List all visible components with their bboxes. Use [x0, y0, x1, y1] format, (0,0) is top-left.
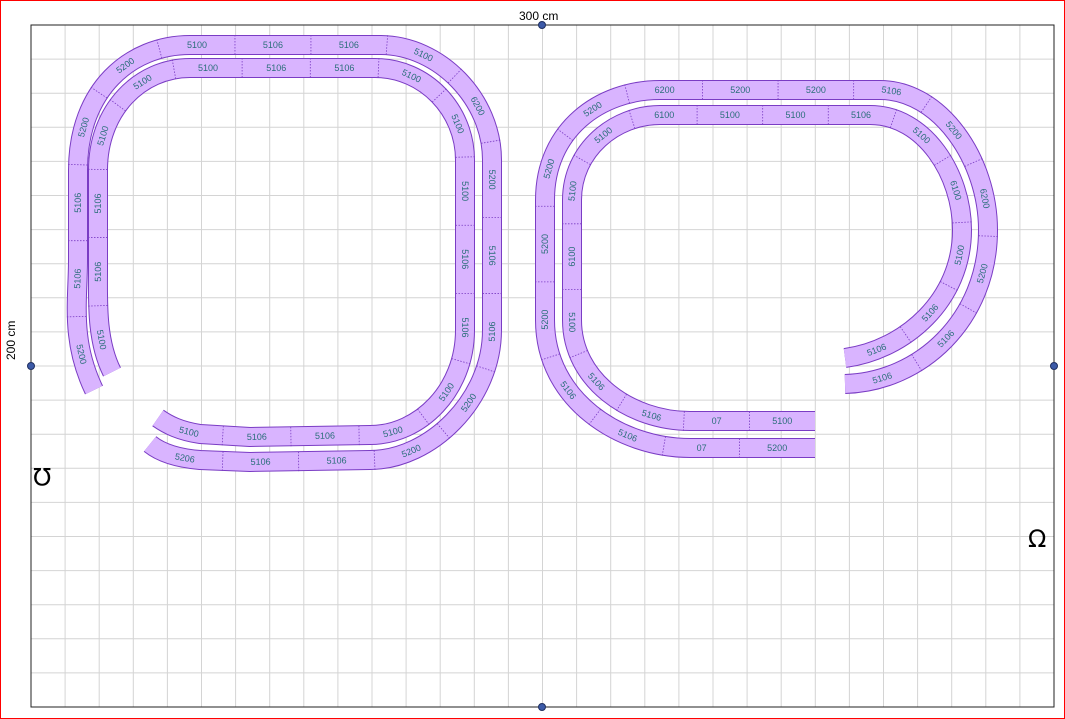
left-loop-outer-piece-label: 5106	[73, 193, 83, 213]
right-loop-inner-piece-label: 6100	[654, 110, 674, 120]
resize-handle-left[interactable]	[27, 362, 35, 370]
left-loop-outer-piece-label: 5106	[487, 246, 497, 266]
right-loop-outer-piece-label: 5200	[767, 443, 787, 453]
track-end-marker-right-icon[interactable]: Ω	[1028, 527, 1046, 551]
right-loop-inner-piece-label: 5100	[720, 110, 740, 120]
right-loop-inner-piece-label: 5100	[567, 312, 577, 332]
left-loop-outer-piece-label: 5106	[487, 321, 497, 341]
left-loop-inner-piece-label: 5106	[460, 317, 470, 337]
right-loop-outer-piece-label: 5200	[806, 85, 826, 95]
left-loop-inner-piece-label: 5106	[247, 432, 267, 442]
right-loop-outer-piece-label: 07	[697, 443, 707, 453]
right-loop-outer-piece-label: 6200	[655, 85, 675, 95]
right-loop-inner-piece-label: 07	[712, 416, 722, 426]
right-loop-outer-piece-label: 5200	[540, 234, 550, 254]
layout-canvas[interactable]: 5200 5106 5106 5200 5200 5100 5106 5106 5100 6200…	[0, 0, 1065, 719]
left-loop-outer-piece-label: 5100	[187, 40, 207, 50]
resize-handle-top[interactable]	[538, 21, 546, 29]
left-loop-inner-piece-label: 5106	[460, 249, 470, 269]
right-loop-outer-piece-label: 5200	[540, 310, 550, 330]
left-loop-inner-piece-label: 5100	[198, 63, 218, 73]
left-loop-outer-piece-label: 5106	[339, 40, 359, 50]
track-layer[interactable]: 5200 5106 5106 5200 5200 5100 5106 5106 5100 6200…	[66, 35, 998, 472]
left-loop-inner-piece-label: 5106	[266, 63, 286, 73]
board-height-label: 200 cm	[4, 320, 18, 360]
left-loop-outer-piece-label: 5106	[326, 455, 346, 465]
left-loop-inner-piece-label: 5106	[334, 63, 354, 73]
left-loop-inner-piece-label: 5106	[315, 431, 335, 441]
right-loop-outer-piece-label: 5200	[730, 85, 750, 95]
left-loop-inner-piece-label: 5106	[93, 262, 103, 282]
left-loop-inner-fill	[88, 59, 474, 446]
right-loop-inner-piece-label: 5100	[772, 416, 792, 426]
left-loop-outer-piece-label: 5106	[251, 457, 271, 467]
right-loop-inner-piece-label: 5106	[851, 110, 871, 120]
resize-handle-right[interactable]	[1050, 362, 1058, 370]
left-loop-inner-piece-label: 5106	[93, 193, 103, 213]
left-loop-outer-piece-label: 5200	[487, 170, 497, 190]
left-loop-inner[interactable]	[87, 58, 475, 447]
right-loop-inner-piece-label: 5100	[785, 110, 805, 120]
left-loop-outer-piece-label: 5106	[72, 268, 83, 288]
right-loop-inner-piece-label: 6100	[567, 247, 577, 267]
resize-handle-bottom[interactable]	[538, 703, 546, 711]
left-loop-inner-outline	[87, 58, 475, 447]
track-end-marker-left-icon[interactable]: Ω	[33, 462, 51, 490]
left-loop-outer-piece-label: 5106	[263, 40, 283, 50]
left-loop-inner-piece-label: 5100	[460, 181, 470, 201]
